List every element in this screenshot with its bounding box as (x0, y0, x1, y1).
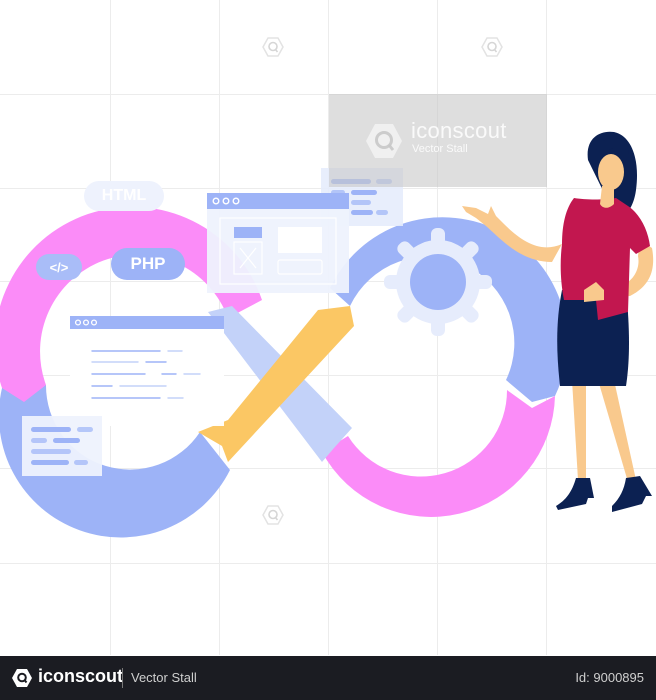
right-loop-lower-segment (322, 390, 555, 517)
watermark-subtitle: Vector Stall (412, 143, 468, 155)
watermark-logo-icon (366, 124, 402, 158)
php-tag-label: PHP (130, 254, 166, 273)
footer-author[interactable]: Vector Stall (131, 670, 197, 685)
html-tag-label: HTML (101, 187, 147, 204)
php-tag-pill: PHP (111, 248, 185, 280)
devops-illustration (0, 131, 654, 538)
browser-window-layout (207, 193, 349, 293)
footer-bar: iconscout Vector Stall Id: 9000895 (0, 656, 656, 700)
code-tag-label: </> (49, 259, 69, 275)
iconscout-logo-icon[interactable] (12, 668, 32, 688)
watermark-brand: iconscout (411, 118, 507, 143)
footer-brand[interactable]: iconscout (38, 666, 123, 687)
code-tag-pill: </> (36, 254, 82, 280)
footer-asset-id: Id: 9000895 (575, 670, 644, 685)
gear-icon (384, 228, 492, 336)
code-editor-window (70, 316, 224, 426)
code-snippet-panel-bottom (22, 416, 102, 476)
watermark-overlay: iconscout Vector Stall (329, 94, 547, 187)
html-tag-pill: HTML (84, 181, 164, 211)
footer-divider (122, 668, 123, 688)
